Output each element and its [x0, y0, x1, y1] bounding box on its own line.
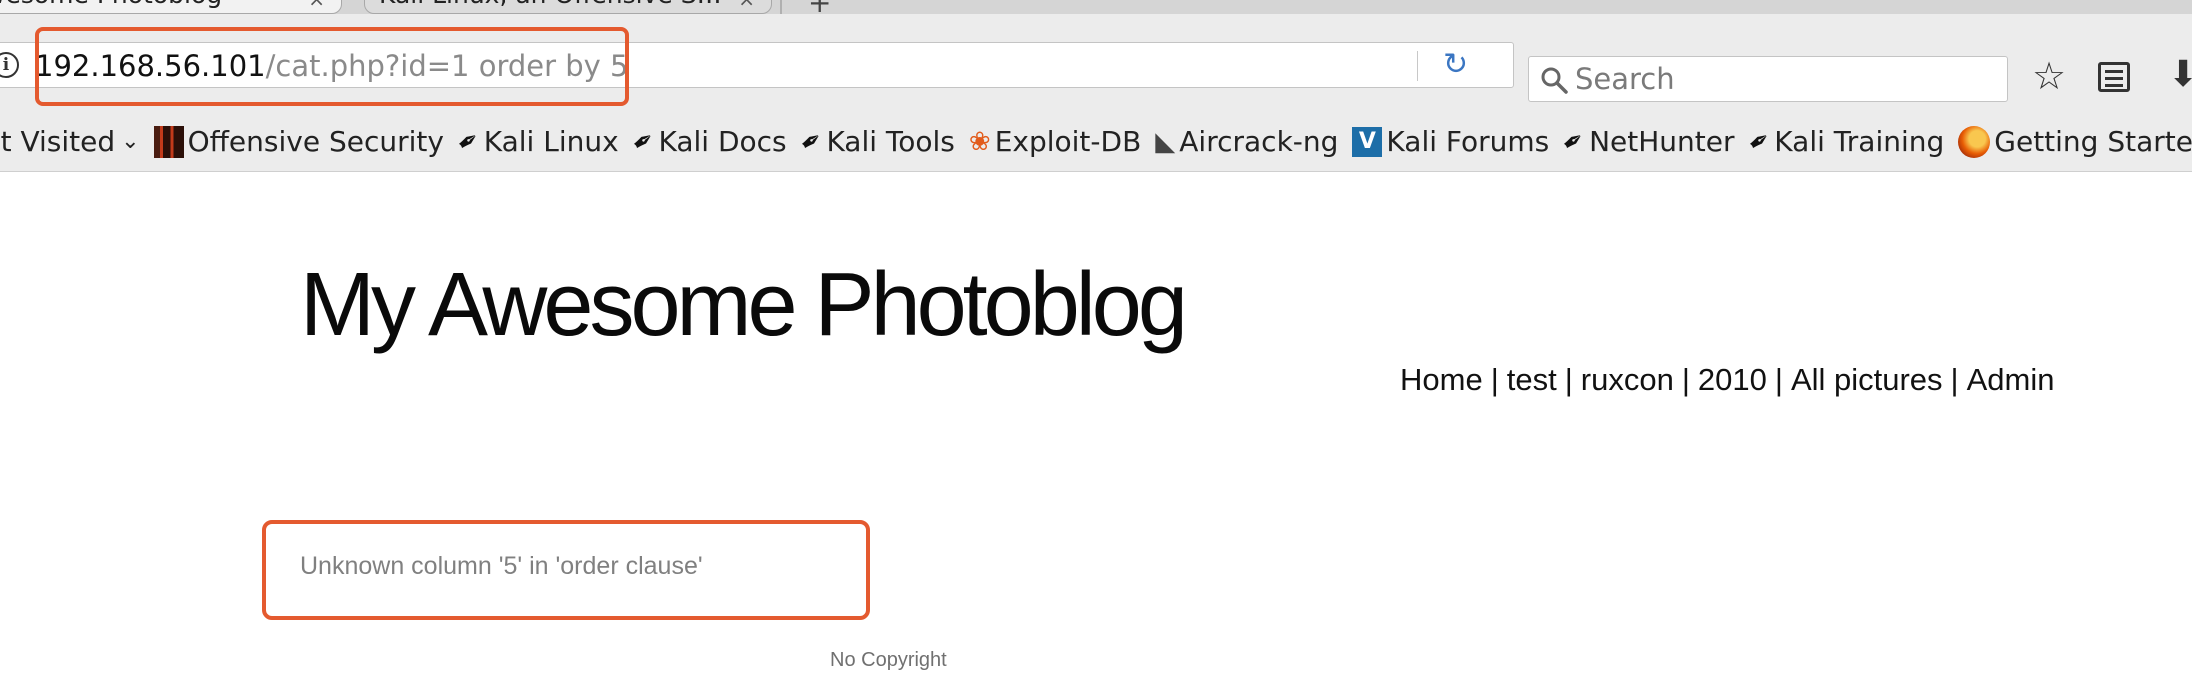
new-tab-icon[interactable]: + — [808, 0, 831, 14]
offensive-security-icon — [153, 125, 184, 158]
bookmark-exploit-db[interactable]: ❀ Exploit-DB — [969, 125, 1141, 158]
kali-dragon-icon: ✒ — [1556, 122, 1592, 161]
site-title: My Awesome Photoblog — [300, 255, 1188, 355]
bookmark-label: Offensive Security — [187, 125, 444, 158]
chevron-down-icon: ⌄ — [121, 129, 140, 154]
tab-label: Kali Linux, an Offensive S… — [379, 0, 722, 9]
bookmark-offensive-security[interactable]: Offensive Security — [153, 125, 444, 158]
nav-separator: | — [1681, 362, 1690, 397]
tab-divider — [780, 0, 782, 14]
aircrack-icon: ◣ — [1155, 126, 1176, 157]
close-tab-icon[interactable]: × — [738, 0, 755, 11]
bookmark-nethunter[interactable]: ✒ NetHunter — [1557, 123, 1735, 160]
bookmark-label: Getting Started — [1994, 125, 2192, 158]
bookmark-kali-linux[interactable]: ✒ Kali Linux — [451, 123, 619, 160]
tab-bar: wesome Photoblog × Kali Linux, an Offens… — [0, 0, 2192, 14]
info-icon[interactable]: i — [0, 52, 19, 78]
nav-link-home[interactable]: Home — [1400, 362, 1483, 397]
site-navigation: Home | test | ruxcon | 2010 | All pictures | Admin — [1400, 362, 2054, 398]
firefox-icon — [1958, 125, 1991, 158]
bookmark-star-icon[interactable]: ☆ — [2032, 54, 2066, 98]
library-icon[interactable] — [2098, 62, 2130, 92]
reload-icon[interactable]: ↻ — [1443, 47, 1468, 82]
nav-link-all-pictures[interactable]: All pictures — [1791, 362, 1943, 397]
kali-dragon-icon: ✒ — [451, 122, 487, 161]
bookmark-label: Kali Docs — [658, 125, 787, 158]
nav-separator: | — [1774, 362, 1783, 397]
nav-separator: | — [1490, 362, 1499, 397]
kali-dragon-icon: ✒ — [1741, 122, 1777, 161]
bookmark-label: NetHunter — [1589, 125, 1735, 158]
kali-dragon-icon: ✒ — [626, 122, 662, 161]
nav-separator: | — [1564, 362, 1573, 397]
bookmark-label: Aircrack-ng — [1179, 125, 1339, 158]
bookmark-label: st Visited — [0, 125, 116, 158]
search-bar[interactable] — [1528, 56, 2008, 102]
nav-link-test[interactable]: test — [1507, 362, 1557, 397]
bookmark-label: Kali Linux — [483, 125, 619, 158]
bookmark-kali-training[interactable]: ✒ Kali Training — [1742, 123, 1945, 160]
close-tab-icon[interactable]: × — [308, 0, 325, 11]
footer-copyright: No Copyright — [830, 649, 947, 671]
tab-photoblog[interactable]: wesome Photoblog × — [0, 0, 342, 14]
bookmark-kali-tools[interactable]: ✒ Kali Tools — [794, 123, 955, 160]
bookmark-kali-docs[interactable]: ✒ Kali Docs — [626, 123, 787, 160]
kali-dragon-icon: ✒ — [794, 122, 830, 161]
tab-label: wesome Photoblog — [0, 0, 222, 9]
bookmark-label: Kali Training — [1774, 125, 1945, 158]
bookmark-label: Kali Tools — [826, 125, 955, 158]
bookmark-aircrack-ng[interactable]: ◣ Aircrack-ng — [1155, 125, 1338, 158]
tab-kali-linux[interactable]: Kali Linux, an Offensive S… × — [364, 0, 772, 14]
nav-link-2010[interactable]: 2010 — [1698, 362, 1767, 397]
nav-link-admin[interactable]: Admin — [1967, 362, 2055, 397]
kali-forums-icon: V — [1352, 126, 1383, 157]
search-icon — [1541, 67, 1568, 94]
nav-separator: | — [1950, 362, 1959, 397]
nav-link-ruxcon[interactable]: ruxcon — [1581, 362, 1674, 397]
bookmark-label: Kali Forums — [1386, 125, 1550, 158]
bookmark-getting-started[interactable]: Getting Started — [1958, 125, 2192, 158]
bookmark-label: Exploit-DB — [994, 125, 1142, 158]
exploit-db-icon: ❀ — [968, 126, 991, 157]
bookmark-kali-forums[interactable]: V Kali Forums — [1352, 125, 1549, 158]
url-highlight-box — [35, 27, 629, 106]
download-icon[interactable]: ⬇ — [2168, 54, 2192, 95]
url-separator — [1417, 51, 1418, 81]
search-input[interactable] — [1575, 61, 1995, 97]
sql-error-message: Unknown column '5' in 'order clause' — [300, 552, 703, 580]
bookmarks-toolbar: st Visited ⌄ Offensive Security ✒ Kali L… — [0, 112, 2192, 172]
bookmark-most-visited[interactable]: st Visited ⌄ — [0, 125, 140, 158]
